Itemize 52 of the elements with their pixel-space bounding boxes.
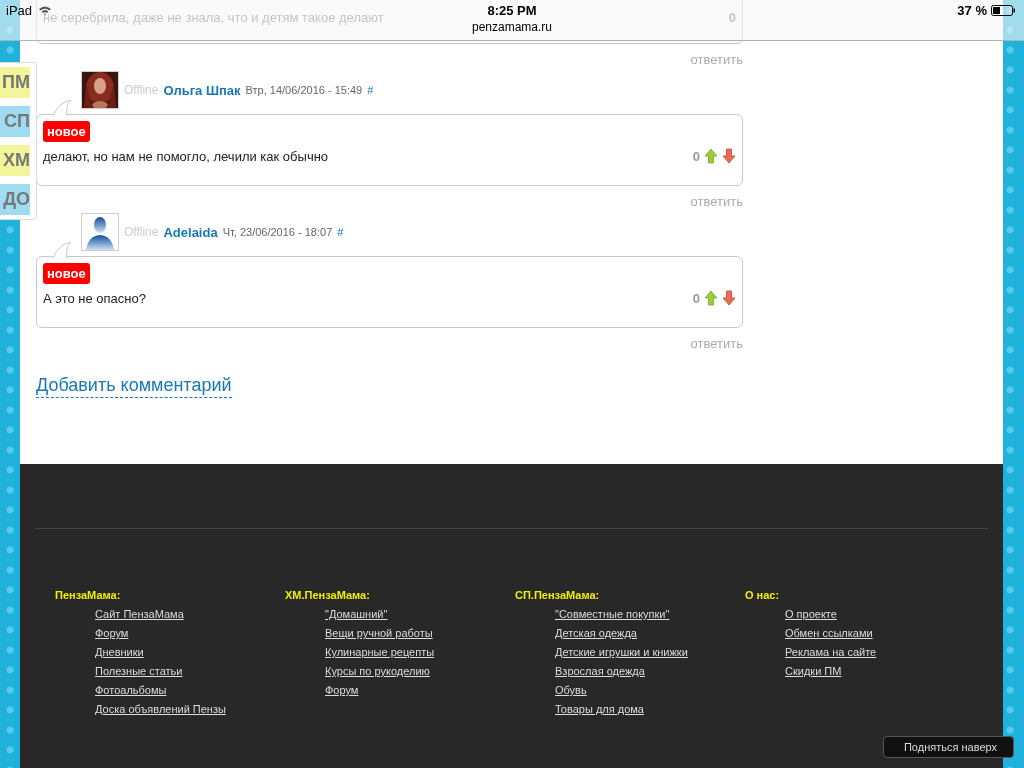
thumbs-up-arrow-icon[interactable]: [704, 148, 718, 164]
back-to-top-button[interactable]: Подняться наверх: [882, 736, 1014, 758]
permalink[interactable]: #: [337, 226, 344, 238]
thumbs-up-arrow-icon[interactable]: [704, 290, 718, 306]
footer-link[interactable]: О проекте: [785, 608, 837, 620]
page-url[interactable]: penzamama.ru: [471, 20, 552, 34]
wifi-icon: [38, 5, 53, 16]
footer-link[interactable]: Товары для дома: [555, 703, 644, 715]
footer-link[interactable]: Форум: [325, 684, 359, 696]
footer-link[interactable]: Обмен ссылками: [785, 627, 873, 639]
footer-link[interactable]: Реклама на сайте: [785, 646, 877, 658]
new-badge: новое: [43, 263, 90, 284]
footer-link[interactable]: Дневники: [95, 646, 144, 658]
footer-link[interactable]: Взрослая одежда: [555, 665, 645, 677]
footer-link[interactable]: Полезные статьи: [95, 665, 183, 677]
author-name[interactable]: Ольга Шпак: [163, 82, 241, 98]
comment-text: А это не опасно?: [43, 290, 146, 306]
footer-link[interactable]: Форум: [95, 627, 129, 639]
comment-date: Втр, 14/06/2016 - 15:49: [245, 84, 363, 96]
clock: 8:25 PM: [487, 3, 537, 18]
device-name: iPad: [6, 3, 33, 18]
footer-link[interactable]: Доска объявлений Пензы: [95, 703, 226, 715]
footer-link[interactable]: Детская одежда: [555, 627, 637, 639]
vote-count: 0: [692, 148, 700, 164]
footer-link[interactable]: Детские игрушки и книжки: [555, 646, 688, 658]
user-silhouette-icon: [81, 213, 119, 251]
footer-heading: СП.ПензаМама:: [515, 589, 601, 601]
footer-link[interactable]: Скидки ПМ: [785, 665, 842, 677]
footer-link[interactable]: Вещи ручной работы: [325, 627, 433, 639]
battery-icon: [991, 5, 1016, 16]
comment-text: делают, но нам не помогло, лечили как обычно: [43, 148, 329, 164]
side-tab[interactable]: ХМ: [0, 145, 30, 176]
new-badge: новое: [43, 121, 90, 142]
footer-link[interactable]: "Домашний": [325, 608, 388, 620]
permalink[interactable]: #: [367, 84, 374, 96]
footer-heading: О нас:: [745, 589, 781, 601]
footer-link[interactable]: Кулинарные рецепты: [325, 646, 435, 658]
battery-percent: 37 %: [957, 3, 987, 18]
footer-link[interactable]: Обувь: [555, 684, 587, 696]
thumbs-down-arrow-icon[interactable]: [722, 148, 736, 164]
author-name[interactable]: Adelaida: [163, 224, 218, 240]
footer-link[interactable]: "Совместные покупки": [555, 608, 670, 620]
thumbs-down-arrow-icon[interactable]: [722, 290, 736, 306]
footer-link[interactable]: Фотоальбомы: [95, 684, 167, 696]
vote-count: 0: [692, 290, 700, 306]
footer-link[interactable]: Сайт ПензаМама: [95, 608, 184, 620]
add-comment-link[interactable]: Добавить комментарий: [36, 375, 232, 398]
side-tab[interactable]: ПМ: [0, 67, 30, 98]
comment-date: Чт, 23/06/2016 - 18:07: [222, 226, 333, 238]
footer-link[interactable]: Курсы по рукоделию: [325, 665, 430, 677]
footer-heading: ХМ.ПензаМама:: [285, 589, 371, 601]
footer-heading: ПензаМама:: [55, 589, 122, 601]
